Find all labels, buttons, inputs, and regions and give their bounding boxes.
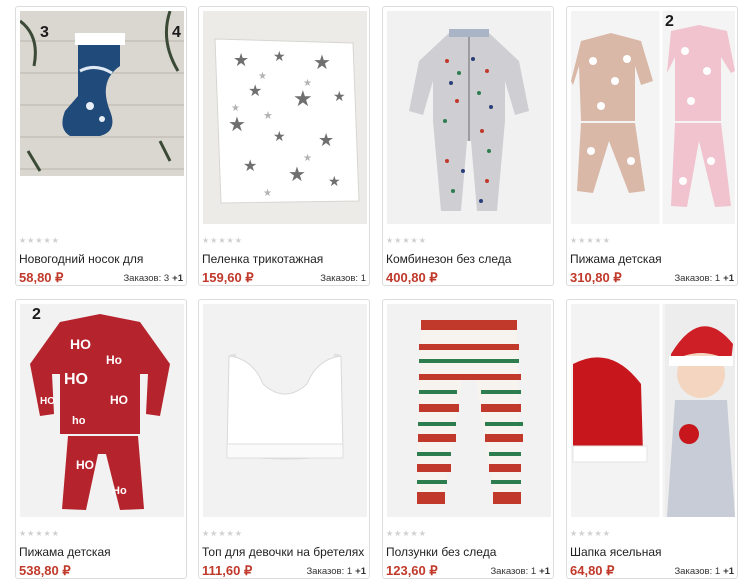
orders-count: Заказов: 1 +1 xyxy=(490,566,550,577)
product-price: 400,80 ₽ xyxy=(386,270,438,285)
rating-stars: ★★★★★ xyxy=(19,529,60,538)
svg-text:★: ★ xyxy=(273,48,286,64)
svg-text:HO: HO xyxy=(70,336,91,352)
svg-text:★: ★ xyxy=(243,158,257,175)
product-title[interactable]: Пеленка трикотажная xyxy=(202,252,368,266)
orders-count: Заказов: 1 xyxy=(320,273,366,284)
product-price: 111,60 ₽ xyxy=(202,563,253,578)
product-card[interactable]: ★★★★★ Шапка ясельная 64,80 ₽ Заказов: 1 +… xyxy=(566,299,738,579)
image-badge-number: 3 xyxy=(40,24,49,41)
orders-plus: +1 xyxy=(355,566,366,577)
product-image-santa-hat[interactable] xyxy=(571,304,735,517)
orders-count: Заказов: 1 +1 xyxy=(306,566,366,577)
product-title[interactable]: Ползунки без следа xyxy=(386,545,552,559)
orders-count: Заказов: 3 +1 xyxy=(123,273,183,284)
svg-text:★: ★ xyxy=(248,83,262,100)
svg-text:HO: HO xyxy=(40,396,55,407)
product-image-pajama[interactable]: 2 xyxy=(571,11,735,224)
svg-text:★: ★ xyxy=(273,128,286,144)
orders-count-text: Заказов: 1 xyxy=(490,566,537,577)
svg-text:★: ★ xyxy=(263,188,272,199)
orders-count-text: Заказов: 1 xyxy=(674,273,721,284)
product-price: 538,80 ₽ xyxy=(19,563,71,578)
svg-text:ho: ho xyxy=(72,415,86,427)
svg-text:Ho: Ho xyxy=(106,353,122,367)
svg-text:★: ★ xyxy=(318,130,334,150)
image-badge-number: 2 xyxy=(32,306,41,323)
svg-text:★: ★ xyxy=(263,110,273,122)
svg-text:★: ★ xyxy=(313,52,331,74)
svg-text:HO: HO xyxy=(110,393,128,407)
rating-stars: ★★★★★ xyxy=(570,236,611,245)
orders-count-text: Заказов: 3 xyxy=(123,273,170,284)
rating-stars: ★★★★★ xyxy=(202,529,243,538)
orders-plus: +1 xyxy=(172,273,183,284)
svg-text:★: ★ xyxy=(231,103,240,114)
product-card[interactable]: ★ ★ ★ ★ ★ ★ ★ ★ ★ ★ ★ ★ ★ ★ ★ ★ ★ ★ ★★★★★ Пеленка… xyxy=(198,6,370,286)
product-card[interactable]: ★★★★★ Комбинезон без следа 400,80 ₽ xyxy=(382,6,554,286)
orders-plus: +1 xyxy=(723,273,734,284)
product-card[interactable]: ★★★★★ Ползунки без следа 123,60 ₽ Заказо… xyxy=(382,299,554,579)
product-image-red-pajama[interactable]: HO Ho HO HO ho HO Ho HO 2 xyxy=(20,304,184,517)
product-image-leggings[interactable] xyxy=(387,304,551,517)
svg-text:HO: HO xyxy=(76,458,94,472)
image-badge-number: 2 xyxy=(665,13,674,30)
svg-text:★: ★ xyxy=(328,173,341,189)
svg-text:★: ★ xyxy=(258,71,267,82)
product-price: 310,80 ₽ xyxy=(570,270,622,285)
svg-text:★: ★ xyxy=(288,164,306,186)
product-card[interactable]: ★★★★★ Топ для девочки на бретелях 111,60… xyxy=(198,299,370,579)
product-title[interactable]: Пижама детская xyxy=(19,545,185,559)
product-price: 123,60 ₽ xyxy=(386,563,438,578)
orders-count: Заказов: 1 +1 xyxy=(674,566,734,577)
orders-count-text: Заказов: 1 xyxy=(320,273,366,284)
rating-stars: ★★★★★ xyxy=(570,529,611,538)
image-badge-number: 4 xyxy=(172,24,181,41)
product-card[interactable]: HO Ho HO HO ho HO Ho HO 2 ★★★★★ Пижама детск… xyxy=(15,299,187,579)
product-card[interactable]: 3 4 ★★★★★ Новогодний носок для 58,80 ₽ З… xyxy=(15,6,187,286)
orders-plus: +1 xyxy=(723,566,734,577)
rating-stars: ★★★★★ xyxy=(386,529,427,538)
product-title[interactable]: Пижама детская xyxy=(570,252,736,266)
product-title[interactable]: Новогодний носок для xyxy=(19,252,185,266)
svg-text:★: ★ xyxy=(293,86,313,111)
product-price: 64,80 ₽ xyxy=(570,563,615,578)
svg-text:★: ★ xyxy=(233,50,249,70)
product-image-jumpsuit[interactable] xyxy=(387,11,551,224)
svg-text:★: ★ xyxy=(303,153,312,164)
rating-stars: ★★★★★ xyxy=(19,236,60,245)
product-title[interactable]: Шапка ясельная xyxy=(570,545,736,559)
product-title[interactable]: Комбинезон без следа xyxy=(386,252,552,266)
product-image-christmas-stocking[interactable]: 3 4 xyxy=(20,11,184,224)
rating-stars: ★★★★★ xyxy=(202,236,243,245)
svg-text:★: ★ xyxy=(303,78,312,89)
orders-count-text: Заказов: 1 xyxy=(306,566,353,577)
svg-text:Ho: Ho xyxy=(112,485,127,497)
rating-stars: ★★★★★ xyxy=(386,236,427,245)
product-card[interactable]: 2 ★★★★★ Пижама детская 310,80 ₽ Заказов:… xyxy=(566,6,738,286)
svg-text:★: ★ xyxy=(333,88,346,104)
product-price: 159,60 ₽ xyxy=(202,270,254,285)
product-image-star-diaper[interactable]: ★ ★ ★ ★ ★ ★ ★ ★ ★ ★ ★ ★ ★ ★ ★ ★ ★ ★ xyxy=(203,11,367,224)
product-title[interactable]: Топ для девочки на бретелях xyxy=(202,545,368,559)
svg-text:★: ★ xyxy=(228,114,246,136)
orders-plus: +1 xyxy=(539,566,550,577)
orders-count: Заказов: 1 +1 xyxy=(674,273,734,284)
product-image-white-top[interactable] xyxy=(203,304,367,517)
product-price: 58,80 ₽ xyxy=(19,270,64,285)
orders-count-text: Заказов: 1 xyxy=(674,566,721,577)
svg-text:HO: HO xyxy=(64,371,88,388)
